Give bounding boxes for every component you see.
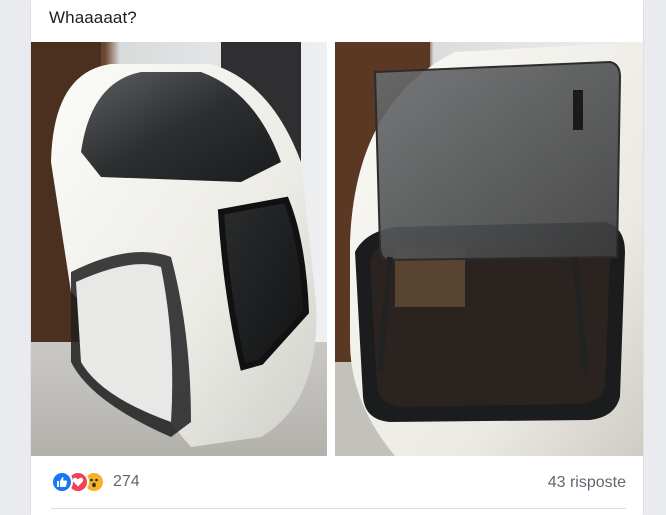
post-footer: 274 43 risposte xyxy=(31,456,643,509)
post-card: Whaaaaat? 274 43 risposte xyxy=(31,0,643,515)
reaction-count: 274 xyxy=(113,473,140,490)
photo-left-image xyxy=(31,42,327,456)
footer-divider xyxy=(51,508,626,509)
photo-grid xyxy=(31,42,643,456)
photo-gap xyxy=(327,42,335,456)
photo-right-image xyxy=(335,42,643,456)
reactions-summary[interactable]: 274 xyxy=(51,471,140,493)
post-photo-left[interactable] xyxy=(31,42,327,456)
comments-count-link[interactable]: 43 risposte xyxy=(548,474,626,492)
like-icon xyxy=(51,471,73,493)
post-caption: Whaaaaat? xyxy=(49,8,137,27)
post-photo-right[interactable] xyxy=(335,42,643,456)
